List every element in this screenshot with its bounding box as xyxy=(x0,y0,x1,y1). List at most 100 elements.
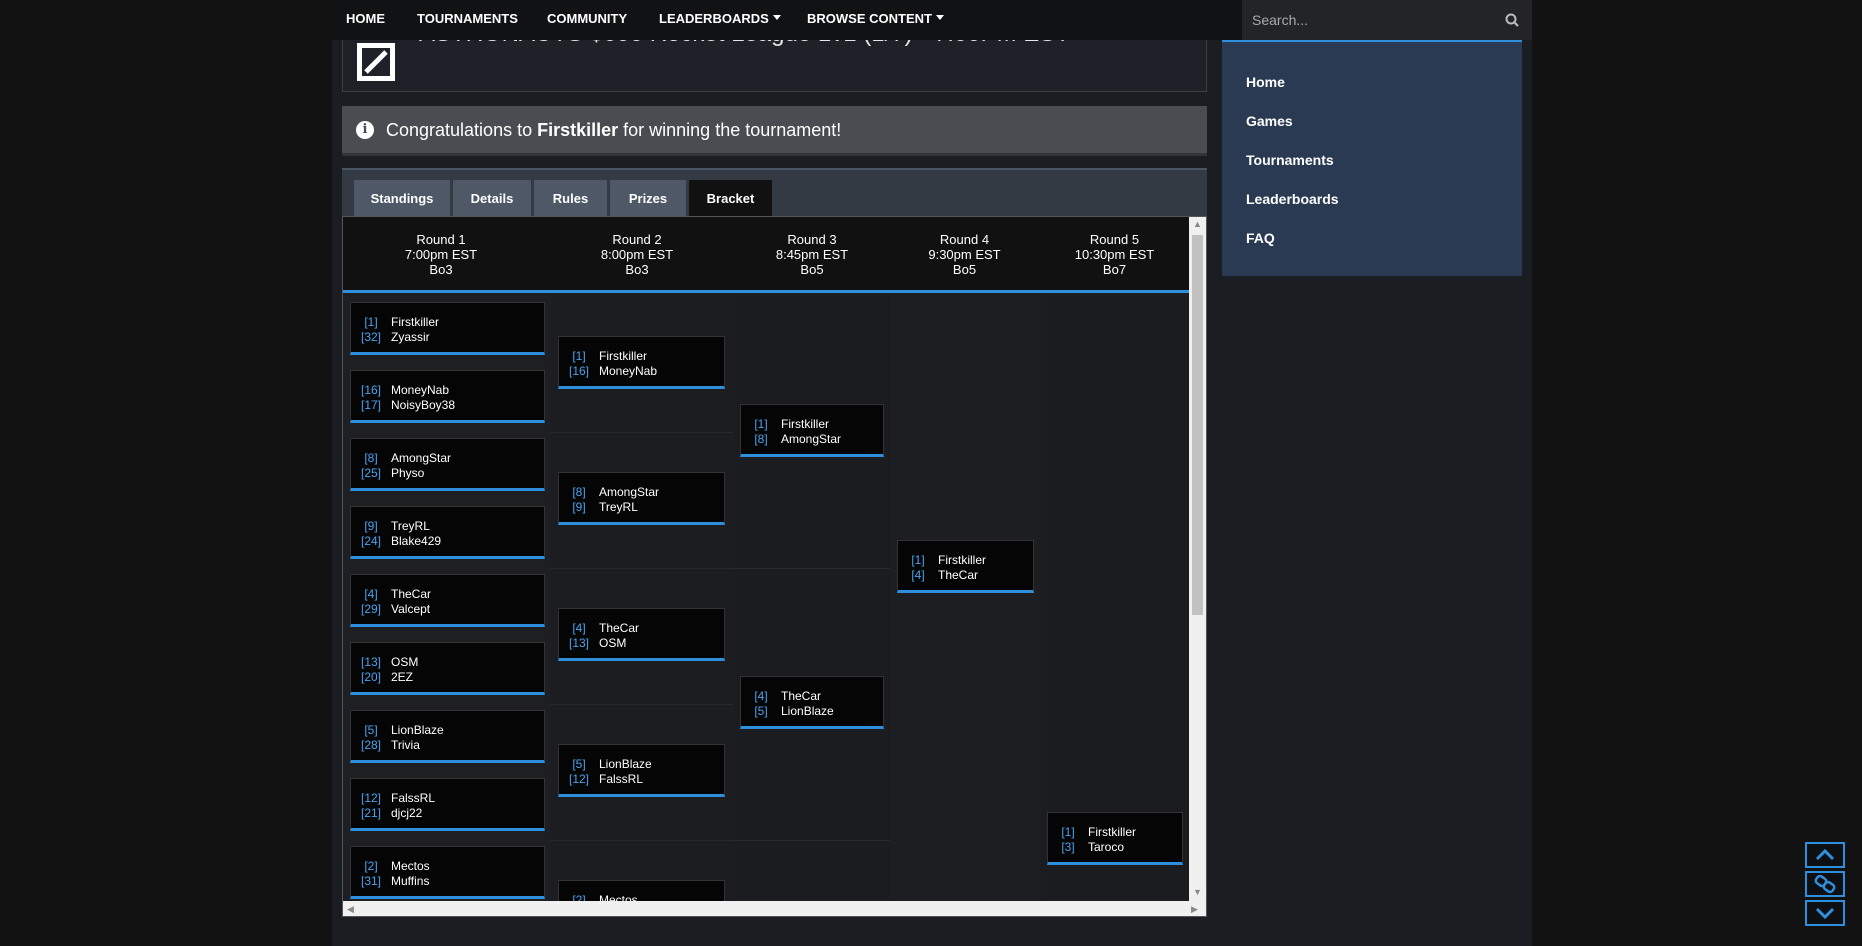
round-column-3 xyxy=(733,296,890,902)
scroll-bottom-button[interactable] xyxy=(1805,900,1845,926)
row-divider xyxy=(551,840,733,841)
match-player: [8] AmongStar xyxy=(559,485,659,500)
nav-leaderboards[interactable]: LEADERBOARDS xyxy=(659,0,781,40)
player-seed: [8] xyxy=(754,432,768,446)
nav-browse-content-label: BROWSE CONTENT xyxy=(807,11,932,26)
player-name: Trivia xyxy=(391,738,420,752)
nav-home-label: HOME xyxy=(346,11,385,26)
nav-home[interactable]: HOME xyxy=(346,0,385,40)
round-time: 7:00pm EST xyxy=(404,247,478,262)
player-seed: [8] xyxy=(364,451,378,465)
sidebar-item-games[interactable]: Games xyxy=(1246,113,1293,129)
top-navigation: HOME TOURNAMENTS COMMUNITY LEADERBOARDS … xyxy=(332,0,1532,40)
tab-prizes[interactable]: Prizes xyxy=(610,180,686,218)
vertical-scrollbar[interactable]: ▲ ▼ xyxy=(1189,217,1206,901)
round-format: Bo5 xyxy=(952,262,977,277)
match-player: [13] OSM xyxy=(351,655,418,670)
match-card[interactable]: [1] Firstkiller [8] AmongStar xyxy=(740,404,884,457)
player-seed: [9] xyxy=(572,500,586,514)
match-player: [5] LionBlaze xyxy=(351,723,443,738)
player-name: Taroco xyxy=(1088,840,1125,854)
round-header-4: Round 4 9:30pm EST Bo5 xyxy=(889,232,1040,277)
match-player: [12] FalssRL xyxy=(559,772,643,787)
tab-details[interactable]: Details xyxy=(453,180,531,218)
match-card[interactable]: [4] TheCar [13] OSM xyxy=(558,608,725,661)
scroll-right-arrow-icon[interactable]: ▶ xyxy=(1191,904,1198,914)
player-seed: [4] xyxy=(911,568,925,582)
match-player: [3] Taroco xyxy=(1048,840,1124,855)
player-name: Physo xyxy=(391,466,425,480)
scroll-left-arrow-icon[interactable]: ◀ xyxy=(347,904,354,914)
player-seed: [4] xyxy=(572,621,586,635)
horizontal-scrollbar[interactable]: ◀ ▶ xyxy=(343,901,1206,916)
match-card[interactable]: [9] TreyRL [24] Blake429 xyxy=(350,506,545,559)
link-icon xyxy=(1814,874,1836,894)
sidebar-item-leaderboards[interactable]: Leaderboards xyxy=(1246,191,1339,207)
nav-community[interactable]: COMMUNITY xyxy=(547,0,627,40)
row-divider xyxy=(551,432,733,433)
round-headers: Round 1 7:00pm EST Bo3 Round 2 8:00pm EST Bo… xyxy=(343,217,1189,293)
match-player: [8] AmongStar xyxy=(741,432,841,447)
round-header-1: Round 1 7:00pm EST Bo3 xyxy=(343,232,539,277)
row-divider xyxy=(551,704,733,705)
tab-rules[interactable]: Rules xyxy=(534,180,607,218)
search-input[interactable] xyxy=(1242,0,1492,40)
tab-bracket[interactable]: Bracket xyxy=(689,180,772,218)
vertical-scroll-thumb[interactable] xyxy=(1192,235,1203,615)
match-card[interactable]: [8] AmongStar [25] Physo xyxy=(350,438,545,491)
player-seed: [5] xyxy=(572,757,586,771)
sidebar-item-home[interactable]: Home xyxy=(1246,74,1285,90)
match-player: [12] FalssRL xyxy=(351,791,435,806)
match-player: [1] Firstkiller xyxy=(741,417,829,432)
match-player: [17] NoisyBoy38 xyxy=(351,398,455,413)
copy-link-button[interactable] xyxy=(1805,871,1845,897)
match-card[interactable]: [1] Firstkiller [4] TheCar xyxy=(897,540,1034,593)
match-card[interactable]: [8] AmongStar [9] TreyRL xyxy=(558,472,725,525)
player-seed: [5] xyxy=(754,704,768,718)
nav-browse-content[interactable]: BROWSE CONTENT xyxy=(807,0,944,40)
tab-standings[interactable]: Standings xyxy=(354,180,450,218)
match-card[interactable]: [16] MoneyNab [17] NoisyBoy38 xyxy=(350,370,545,423)
match-card[interactable]: [13] OSM [20] 2EZ xyxy=(350,642,545,695)
player-seed: [29] xyxy=(360,602,381,616)
arrow-logo-icon xyxy=(364,50,388,74)
match-card[interactable]: [1] Firstkiller [16] MoneyNab xyxy=(558,336,725,389)
player-seed: [16] xyxy=(568,364,589,378)
match-card[interactable]: [4] TheCar [29] Valcept xyxy=(350,574,545,627)
round-name: Round 3 xyxy=(787,232,837,247)
match-card[interactable]: [4] TheCar [5] LionBlaze xyxy=(740,676,884,729)
search-button[interactable] xyxy=(1492,0,1532,40)
sidebar-item-tournaments[interactable]: Tournaments xyxy=(1246,152,1334,168)
player-name: TheCar xyxy=(599,621,640,635)
round-header-3: Round 3 8:45pm EST Bo5 xyxy=(735,232,889,277)
match-card[interactable]: [2] Mectos [31] Muffins xyxy=(350,846,545,899)
match-player: [1] Firstkiller xyxy=(1048,825,1136,840)
player-name: FalssRL xyxy=(599,772,644,786)
match-card[interactable]: [5] LionBlaze [28] Trivia xyxy=(350,710,545,763)
player-name: LionBlaze xyxy=(599,757,652,771)
chevron-down-icon xyxy=(1815,907,1835,920)
match-card[interactable]: [1] Firstkiller [32] Zyassir xyxy=(350,302,545,355)
scroll-up-arrow-icon[interactable]: ▲ xyxy=(1193,219,1202,229)
sidebar-item-faq[interactable]: FAQ xyxy=(1246,230,1275,246)
scroll-down-arrow-icon[interactable]: ▼ xyxy=(1193,887,1202,897)
match-player: [13] OSM xyxy=(559,636,626,651)
player-seed: [13] xyxy=(568,636,589,650)
player-name: OSM xyxy=(599,636,627,650)
match-card[interactable]: [12] FalssRL [21] djcj22 xyxy=(350,778,545,831)
match-player: [20] 2EZ xyxy=(351,670,413,685)
player-name: Valcept xyxy=(391,602,431,616)
player-name: 2EZ xyxy=(391,670,414,684)
player-seed: [17] xyxy=(360,398,381,412)
scroll-top-button[interactable] xyxy=(1805,842,1845,868)
row-divider xyxy=(551,568,733,569)
nav-tournaments[interactable]: TOURNAMENTS xyxy=(417,0,518,40)
match-card[interactable]: [1] Firstkiller [3] Taroco xyxy=(1047,812,1183,865)
match-player: [25] Physo xyxy=(351,466,424,481)
round-time: 8:00pm EST xyxy=(600,247,674,262)
match-card[interactable]: [5] LionBlaze [12] FalssRL xyxy=(558,744,725,797)
player-name: MoneyNab xyxy=(599,364,658,378)
player-seed: [4] xyxy=(364,587,378,601)
info-icon: i xyxy=(356,121,374,139)
round-name: Round 5 xyxy=(1089,232,1140,247)
